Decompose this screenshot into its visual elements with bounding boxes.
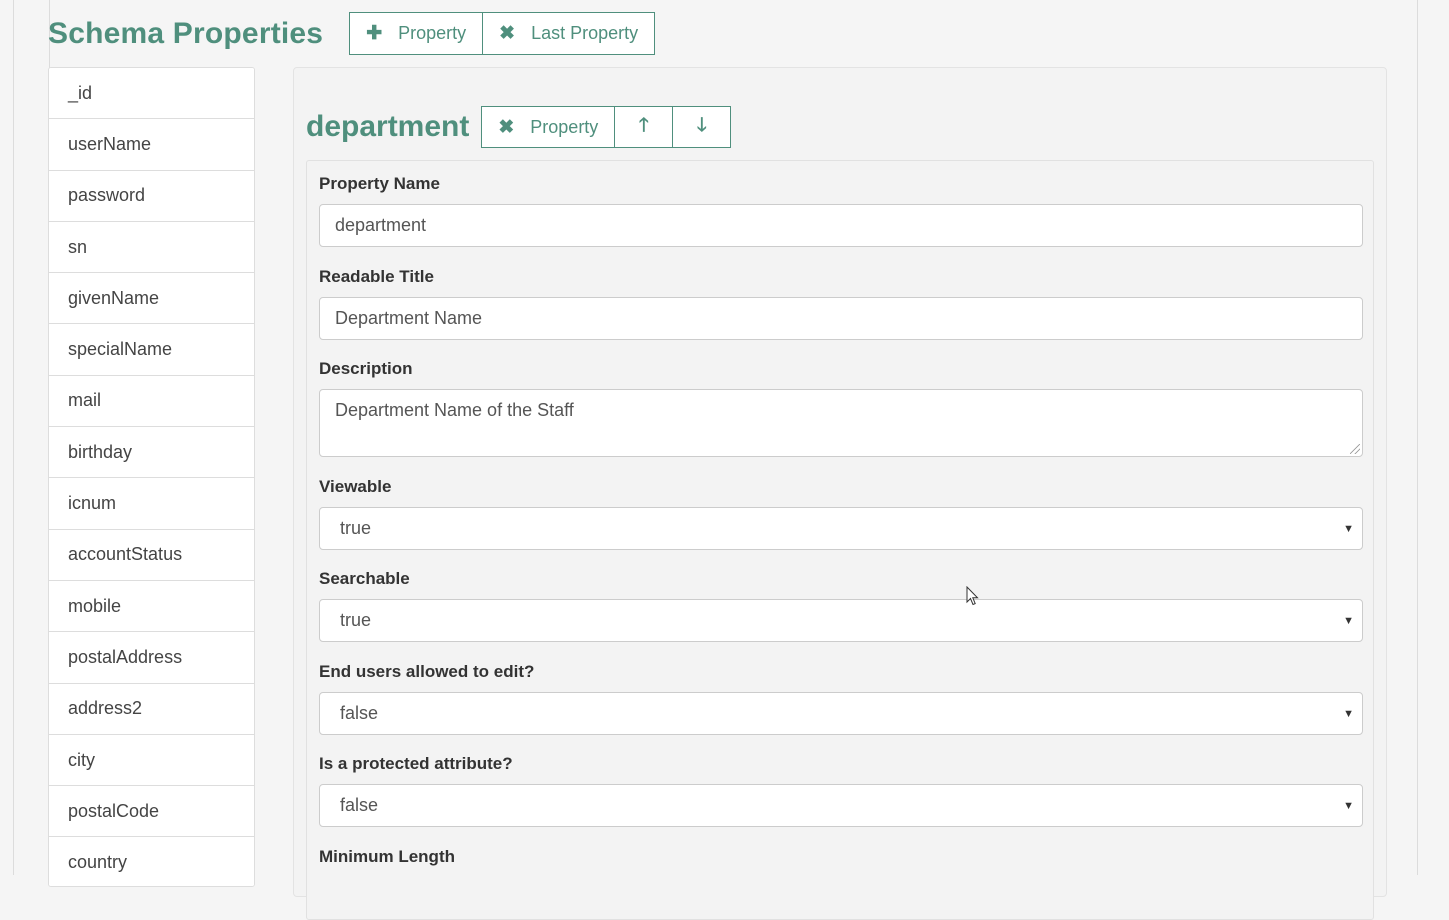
property-list-label: mobile [68,595,122,616]
property-list-item[interactable]: address2 [49,683,254,735]
property-list-item[interactable]: sn [49,221,254,274]
property-list-item[interactable]: country [49,837,254,886]
arrow-up-icon: 🡑 [638,115,649,136]
property-form: Property Name department Readable Title … [306,160,1374,920]
property-list-item[interactable]: icnum [49,478,254,530]
searchable-value: true [340,610,372,630]
property-list-label: icnum [68,493,117,514]
viewable-select[interactable]: true ▼ [319,507,1363,550]
mouse-cursor-icon [966,586,979,606]
property-list-item[interactable]: password [49,170,254,222]
user-editable-group: End users allowed to edit? false ▼ [319,662,1363,735]
user-editable-value: false [340,703,379,723]
min-length-group: Minimum Length [319,847,1363,877]
property-list-item[interactable]: mail [49,375,254,428]
property-actions: ✖ Property 🡑 🡓 [481,106,732,148]
property-list-item[interactable]: specialName [49,324,254,376]
description-textarea[interactable]: Department Name of the Staff [319,389,1363,457]
resize-handle-icon[interactable] [1350,444,1360,454]
add-property-button[interactable]: ✚ Property [349,12,484,55]
viewable-group: Viewable true ▼ [319,477,1363,550]
schema-actions: ✚ Property ✖ Last Property [349,12,656,55]
remove-last-property-button[interactable]: ✖ Last Property [482,12,656,55]
caret-down-icon: ▼ [1343,522,1354,535]
times-icon: ✖ [498,116,515,138]
property-name-input[interactable]: department [319,204,1363,247]
property-list-label: sn [68,236,88,257]
protected-label: Is a protected attribute? [319,754,513,773]
property-title: department [306,110,470,143]
property-list-label: givenName [68,287,160,308]
property-list-item[interactable]: city [49,734,254,787]
property-list-item[interactable]: userName [49,119,254,171]
add-property-label: Property [398,23,467,43]
page-border-right [1417,0,1418,875]
readable-title-value: Department Name [335,308,483,328]
property-header: department ✖ Property 🡑 🡓 [306,106,732,148]
page-title: Schema Properties [48,16,324,50]
property-list-item[interactable]: givenName [49,273,254,325]
property-name-group: Property Name department [319,174,1363,247]
remove-last-property-label: Last Property [531,23,639,43]
property-list-item[interactable]: _id [49,68,254,120]
viewable-value: true [340,518,372,538]
user-editable-label: End users allowed to edit? [319,662,535,681]
move-down-button[interactable]: 🡓 [672,106,732,148]
times-icon: ✖ [499,23,516,44]
property-list-item[interactable]: postalCode [49,786,254,838]
app-frame: Schema Properties ✚ Property ✖ Last Prop… [0,0,1449,920]
searchable-group: Searchable true ▼ [319,569,1363,642]
protected-value: false [340,795,379,815]
property-list-label: address2 [68,698,143,719]
description-label: Description [319,359,413,378]
property-list-label: birthday [68,441,133,462]
property-list-item[interactable]: birthday [49,427,254,479]
remove-property-label: Property [530,116,599,137]
property-list-label: specialName [68,339,173,360]
property-list-label: password [68,185,146,206]
property-list-label: postalAddress [68,646,183,667]
viewable-label: Viewable [319,477,392,496]
property-list-label: mail [68,390,102,411]
property-list-item[interactable]: postalAddress [49,632,254,684]
description-group: Description Department Name of the Staff [319,359,1363,457]
plus-icon: ✚ [366,23,383,44]
property-list-label: _id [68,82,93,103]
caret-down-icon: ▼ [1343,614,1354,627]
min-length-label: Minimum Length [319,847,455,866]
caret-down-icon: ▼ [1343,799,1354,812]
schema-header: Schema Properties ✚ Property ✖ Last Prop… [48,12,656,55]
move-up-button[interactable]: 🡑 [614,106,674,148]
property-list: _id userName password sn givenName speci… [48,67,255,887]
readable-title-input[interactable]: Department Name [319,297,1363,340]
property-list-item[interactable]: mobile [49,580,254,633]
protected-group: Is a protected attribute? false ▼ [319,754,1363,827]
caret-down-icon: ▼ [1343,707,1354,720]
searchable-label: Searchable [319,569,410,588]
property-list-label: country [68,852,128,873]
readable-title-label: Readable Title [319,267,434,286]
property-list-label: city [68,749,95,770]
property-list-label: userName [68,133,152,154]
remove-property-button[interactable]: ✖ Property [481,106,616,148]
property-list-label: accountStatus [68,544,183,565]
property-name-label: Property Name [319,174,440,193]
property-name-value: department [335,215,427,235]
protected-select[interactable]: false ▼ [319,784,1363,827]
readable-title-group: Readable Title Department Name [319,267,1363,340]
property-list-label: postalCode [68,800,160,821]
property-editor-panel: department ✖ Property 🡑 🡓 Property Name … [293,67,1387,920]
searchable-select[interactable]: true ▼ [319,599,1363,642]
property-list-item[interactable]: accountStatus [49,529,254,581]
description-value: Department Name of the Staff [335,400,574,420]
arrow-down-icon: 🡓 [696,115,707,136]
user-editable-select[interactable]: false ▼ [319,692,1363,735]
